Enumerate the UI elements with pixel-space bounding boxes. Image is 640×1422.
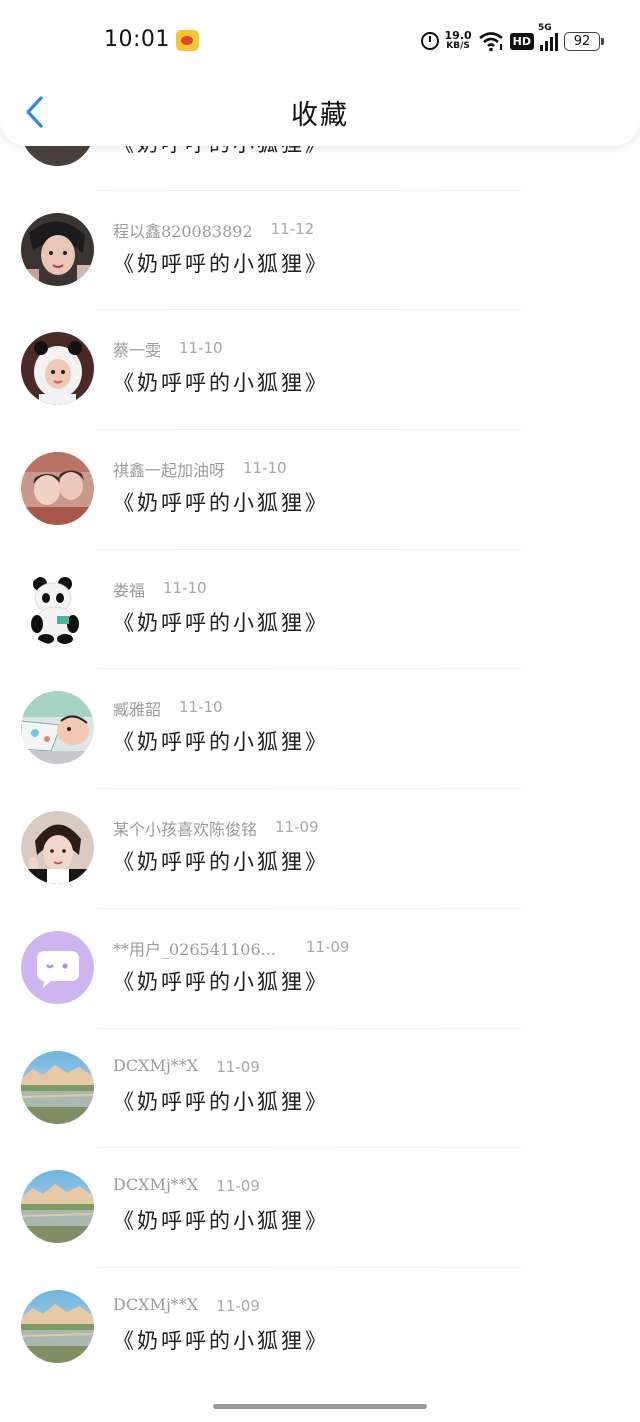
item-title[interactable]: 《奶呼呼的小狐狸》 <box>113 1086 329 1116</box>
network-speed: 19.0 KB/S <box>445 30 472 52</box>
item-title[interactable]: 《奶呼呼的小狐狸》 <box>113 1205 329 1235</box>
user-name[interactable]: 臧雅韶 <box>113 696 161 720</box>
status-time: 10:01 <box>104 27 170 52</box>
item-date: 11-10 <box>179 698 223 717</box>
item-date: 11-10 <box>163 578 207 597</box>
item-date: 11-09 <box>216 1296 260 1315</box>
battery-level: 92 <box>573 33 591 49</box>
header-card: 10:01 19.0 KB/S HD 5G 92 收藏 <box>0 0 640 146</box>
item-date: 11-09 <box>275 818 319 837</box>
item-title[interactable]: 《奶呼呼的小狐狸》 <box>113 1325 329 1355</box>
signal-icon: 5G <box>538 23 558 51</box>
avatar[interactable] <box>21 811 94 885</box>
row-divider <box>96 1027 526 1029</box>
user-name[interactable]: 蔡一雯 <box>113 337 161 361</box>
list-item[interactable]: 祺鑫一起加油呀 11-10 《奶呼呼的小狐狸》 <box>0 429 640 549</box>
page-title: 收藏 <box>291 100 349 131</box>
item-title[interactable]: 《奶呼呼的小狐狸》 <box>113 248 329 278</box>
avatar[interactable] <box>21 691 94 765</box>
avatar[interactable] <box>21 1289 94 1363</box>
item-date: 11-10 <box>243 459 287 478</box>
hd-badge: HD <box>509 32 534 50</box>
user-name[interactable]: 祺鑫一起加油呀 <box>113 457 225 481</box>
avatar[interactable] <box>21 930 94 1004</box>
network-speed-unit: KB/S <box>446 41 470 51</box>
user-name[interactable]: **用户_026541106... <box>113 936 276 960</box>
row-divider <box>96 309 526 311</box>
list-item[interactable]: DCXMj**X 11-09 《奶呼呼的小狐狸》 <box>0 1266 640 1387</box>
status-bar: 10:01 19.0 KB/S HD 5G 92 <box>0 0 640 84</box>
avatar[interactable] <box>21 452 94 526</box>
alarm-icon <box>420 32 439 50</box>
signal-label: 5G <box>538 23 552 33</box>
row-divider <box>96 429 526 431</box>
row-divider <box>96 907 526 909</box>
wifi-icon <box>478 32 503 52</box>
item-title[interactable]: 《奶呼呼的小狐狸》 <box>113 367 329 397</box>
network-speed-value: 19.0 <box>444 29 472 42</box>
row-divider <box>96 189 526 191</box>
user-name[interactable]: 娄福 <box>113 577 145 601</box>
battery-icon: 92 <box>564 31 604 51</box>
item-title[interactable]: 《奶呼呼的小狐狸》 <box>113 726 329 756</box>
list-item[interactable]: DCXMj**X 11-09 《奶呼呼的小狐狸》 <box>0 1027 640 1148</box>
item-title[interactable]: 《奶呼呼的小狐狸》 <box>113 966 329 996</box>
item-title[interactable]: 《奶呼呼的小狐狸》 <box>113 846 329 876</box>
item-date: 11-12 <box>270 219 315 238</box>
avatar[interactable] <box>21 332 94 406</box>
user-name[interactable]: 某个小孩喜欢陈俊铭 <box>113 816 257 840</box>
row-divider <box>96 788 526 790</box>
avatar[interactable] <box>21 571 94 645</box>
home-indicator[interactable] <box>213 1404 427 1409</box>
avatar[interactable] <box>21 1050 94 1124</box>
user-name[interactable]: DCXMj**X <box>113 1295 198 1314</box>
item-date: 11-09 <box>305 937 350 956</box>
favorites-list: 《奶呼呼的小狐狸》程以鑫82008389211-12《奶呼呼的小狐狸》蔡一雯11… <box>0 70 640 1387</box>
user-name[interactable]: 程以鑫820083892 <box>113 218 253 242</box>
row-divider <box>96 1147 526 1149</box>
list-item[interactable]: 程以鑫820083892 11-12 《奶呼呼的小狐狸》 <box>0 189 640 310</box>
user-name[interactable]: DCXMj**X <box>113 1056 198 1075</box>
weibo-notification-icon <box>176 30 199 51</box>
item-title[interactable]: 《奶呼呼的小狐狸》 <box>113 487 329 517</box>
item-date: 11-09 <box>216 1177 260 1196</box>
list-item[interactable]: DCXMj**X 11-09 《奶呼呼的小狐狸》 <box>0 1147 640 1267</box>
list-item[interactable]: 蔡一雯 11-10 《奶呼呼的小狐狸》 <box>0 309 640 429</box>
row-divider <box>96 1266 526 1268</box>
row-divider <box>96 548 526 550</box>
item-title[interactable]: 《奶呼呼的小狐狸》 <box>113 607 329 637</box>
list-item[interactable]: 某个小孩喜欢陈俊铭 11-09 《奶呼呼的小狐狸》 <box>0 788 640 908</box>
avatar[interactable] <box>21 212 94 286</box>
list-item[interactable]: **用户_026541106... 11-09 《奶呼呼的小狐狸》 <box>0 907 640 1028</box>
item-date: 11-10 <box>179 339 223 358</box>
item-date: 11-09 <box>216 1057 260 1076</box>
user-name[interactable]: DCXMj**X <box>113 1175 198 1194</box>
list-item[interactable]: 娄福 11-10 《奶呼呼的小狐狸》 <box>0 548 640 669</box>
list-item[interactable]: 臧雅韶 11-10 《奶呼呼的小狐狸》 <box>0 668 640 788</box>
avatar[interactable] <box>21 1170 94 1244</box>
row-divider <box>96 668 526 670</box>
